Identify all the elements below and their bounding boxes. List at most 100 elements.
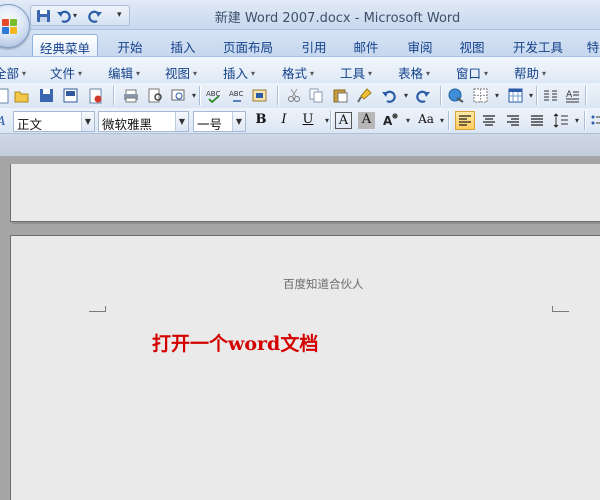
tab-insert[interactable]: 插入 [163,34,203,56]
previous-page [10,164,600,222]
toolbar-separator [440,86,441,105]
toolbar-separator [448,111,449,130]
current-page[interactable]: 百度知道合伙人 打开一个word文档 [10,235,600,500]
toolbar-separator [277,86,278,105]
tab-special[interactable]: 特 [583,34,600,56]
tab-classic-menu[interactable]: 经典菜单 [32,34,98,56]
align-right-icon[interactable] [503,111,523,130]
new-document-icon[interactable] [0,86,12,105]
bullets-icon[interactable] [588,111,600,130]
menu-insert[interactable]: 插入 ▾ [223,63,255,82]
toolbar-separator [330,111,331,130]
paste-icon[interactable] [330,86,350,105]
justify-icon[interactable] [527,111,547,130]
styles-pane-icon[interactable]: A [0,111,12,130]
chevron-down-icon[interactable]: ▼ [175,112,188,131]
svg-text:A: A [0,114,6,128]
thesaurus-icon[interactable] [250,86,270,105]
standard-toolbar: ▾ ABC ABC ▾ ▾ ▾ A [0,83,600,108]
undo-icon[interactable] [378,86,398,105]
toolbar-separator [536,86,537,105]
underline-dropdown-icon[interactable]: ▾ [317,111,337,130]
classic-menu-bar: 全部 ▾ 文件 ▾ 编辑 ▾ 视图 ▾ 插入 ▾ 格式 ▾ 工具 ▾ 表格 ▾ 窗口 ▾ 帮助 ▾ [0,56,600,83]
tab-review[interactable]: 审阅 [400,34,440,56]
font-select[interactable]: 微软雅黑 ▼ [98,111,189,132]
svg-text:ABC: ABC [229,90,243,98]
save-icon[interactable] [36,86,56,105]
tab-references[interactable]: 引用 [294,34,334,56]
change-case-dropdown-icon[interactable]: ▾ [432,111,452,130]
menu-tools[interactable]: 工具 ▾ [340,63,372,82]
chevron-down-icon[interactable]: ▼ [232,112,245,131]
document-body-text[interactable]: 打开一个word文档 [152,329,318,356]
tab-view[interactable]: 视图 [452,34,492,56]
menu-edit[interactable]: 编辑 ▾ [108,63,140,82]
toolbar-separator [199,86,200,105]
format-painter-icon[interactable] [354,86,374,105]
columns-icon[interactable] [540,86,560,105]
toolbar-separator [584,111,585,130]
chevron-down-icon: ▾ [542,69,547,78]
open-folder-icon[interactable] [12,86,32,105]
font-value: 微软雅黑 [102,117,153,132]
margin-corner-mark [552,306,569,312]
style-select[interactable]: 正文 ▼ [13,111,95,132]
ribbon-tab-bar: 经典菜单 开始 插入 页面布局 引用 邮件 审阅 视图 开发工具 特 [0,30,600,56]
menu-file[interactable]: 文件 ▾ [50,63,82,82]
permission-icon[interactable] [60,86,80,105]
formatting-toolbar: A 正文 ▼ 微软雅黑 ▼ 一号 ▼ B I U ▾ A A A ▾ Aa ▾ … [0,108,600,133]
tab-mailings[interactable]: 邮件 [346,34,386,56]
menu-all[interactable]: 全部 ▾ [0,63,26,82]
ruler-band [0,133,600,156]
svg-text:A: A [383,114,393,128]
title-bar: ▾ ▾ 新建 Word 2007.docx - Microsoft Word [0,0,600,30]
spelling-icon[interactable]: ABC [204,86,224,105]
chevron-down-icon: ▾ [484,69,489,78]
italic-button[interactable]: I [274,111,294,130]
document-area[interactable]: 百度知道合伙人 打开一个word文档 [0,156,600,500]
chevron-down-icon: ▾ [368,69,373,78]
hyperlink-icon[interactable] [446,86,466,105]
window-title: 新建 Word 2007.docx - Microsoft Word [214,11,461,26]
borders-dropdown-icon[interactable]: ▾ [487,86,507,105]
character-shading-button[interactable]: A [358,112,375,129]
font-size-select[interactable]: 一号 ▼ [193,111,246,132]
tab-home[interactable]: 开始 [110,34,150,56]
menu-format[interactable]: 格式 ▾ [282,63,314,82]
translate-icon[interactable]: ABC [227,86,247,105]
bold-button[interactable]: B [251,111,271,130]
office-logo-icon [2,19,18,35]
cut-icon[interactable] [284,86,304,105]
underline-button[interactable]: U [298,111,318,130]
style-value: 正文 [17,117,43,132]
font-size-value: 一号 [197,117,223,132]
menu-help[interactable]: 帮助 ▾ [514,63,546,82]
chevron-down-icon: ▾ [22,69,27,78]
chevron-down-icon: ▾ [193,69,198,78]
print-preview-icon[interactable] [145,86,165,105]
menu-table[interactable]: 表格 ▾ [398,63,430,82]
print-icon[interactable] [121,86,141,105]
character-border-button[interactable]: A [335,112,352,129]
redo-icon[interactable] [413,86,433,105]
chevron-down-icon: ▾ [136,69,141,78]
margin-corner-mark [89,306,106,312]
chevron-down-icon: ▾ [251,69,256,78]
align-center-icon[interactable] [479,111,499,130]
menu-window[interactable]: 窗口 ▾ [456,63,488,82]
chevron-down-icon: ▾ [78,69,83,78]
print-preview-doc-icon[interactable] [86,86,106,105]
page-header-text: 百度知道合伙人 [283,277,364,291]
align-left-icon[interactable] [455,111,475,130]
tab-developer[interactable]: 开发工具 [506,34,570,56]
menu-view[interactable]: 视图 ▾ [165,63,197,82]
table-dropdown-icon[interactable]: ▾ [521,86,541,105]
document-map-icon[interactable]: A [562,86,582,105]
toolbar-separator [585,86,586,105]
tab-page-layout[interactable]: 页面布局 [218,34,278,56]
chevron-down-icon: ▾ [426,69,431,78]
chevron-down-icon: ▾ [310,69,315,78]
chevron-down-icon[interactable]: ▼ [81,112,94,131]
copy-icon[interactable] [306,86,326,105]
research-dropdown-icon[interactable]: ▾ [184,86,204,105]
